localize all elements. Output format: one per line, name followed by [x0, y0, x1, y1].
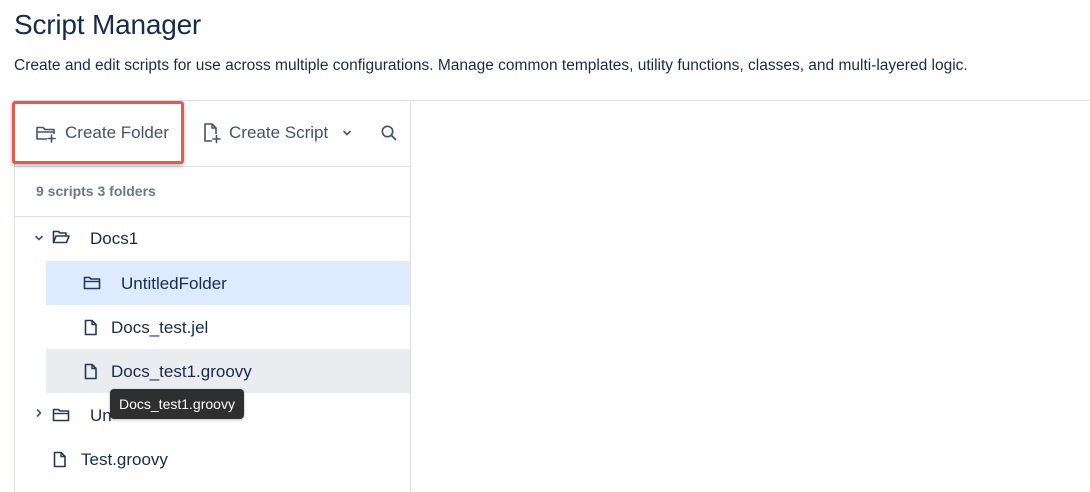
chevron-down-icon	[343, 130, 352, 136]
file-plus-icon	[204, 123, 221, 144]
script-tree-panel: Create Folder Create Script 9 scripts 3 …	[12, 100, 411, 492]
search-button[interactable]	[379, 100, 399, 166]
tree-file-docs-test-jel[interactable]: Docs_test.jel	[46, 305, 410, 349]
file-icon	[53, 451, 66, 468]
tree-item-label: UntitledFolder	[121, 274, 227, 293]
tree-item-label: Test.groovy	[81, 450, 168, 469]
filename-tooltip: Docs_test1.groovy	[110, 389, 244, 419]
script-count: 9 scripts 3 folders	[36, 183, 156, 199]
tree-item-label: Un	[90, 406, 112, 425]
folder-icon	[83, 276, 101, 290]
chevron-right-icon[interactable]	[35, 408, 43, 418]
page-title: Script Manager	[14, 9, 202, 40]
script-count-row: 9 scripts 3 folders	[15, 167, 410, 217]
folder-icon	[52, 408, 70, 422]
folder-plus-icon	[36, 126, 56, 143]
tree-toolbar: Create Folder Create Script	[12, 100, 410, 167]
file-icon	[84, 363, 97, 380]
file-icon	[84, 319, 97, 336]
tree-item-label: Docs_test.jel	[111, 318, 209, 337]
tree-item-label: Docs_test1.groovy	[111, 362, 252, 381]
search-icon	[381, 125, 397, 141]
tree-item-label: Docs1	[90, 229, 139, 248]
create-folder-button[interactable]: Create Folder	[35, 100, 169, 166]
page-description: Create and edit scripts for use across m…	[14, 57, 968, 74]
create-script-button[interactable]: Create Script	[203, 100, 352, 166]
create-folder-label: Create Folder	[65, 123, 169, 142]
create-script-label: Create Script	[229, 123, 329, 142]
tree-folder-docs1[interactable]: Docs1	[15, 217, 410, 261]
chevron-down-icon[interactable]	[34, 234, 44, 242]
folder-open-icon	[52, 230, 70, 244]
tree-folder-untitledfolder[interactable]: UntitledFolder	[46, 261, 410, 305]
tree-file-docs-test1-groovy[interactable]: Docs_test1.groovy	[46, 349, 410, 393]
tree-file-test-groovy[interactable]: Test.groovy	[15, 437, 410, 481]
